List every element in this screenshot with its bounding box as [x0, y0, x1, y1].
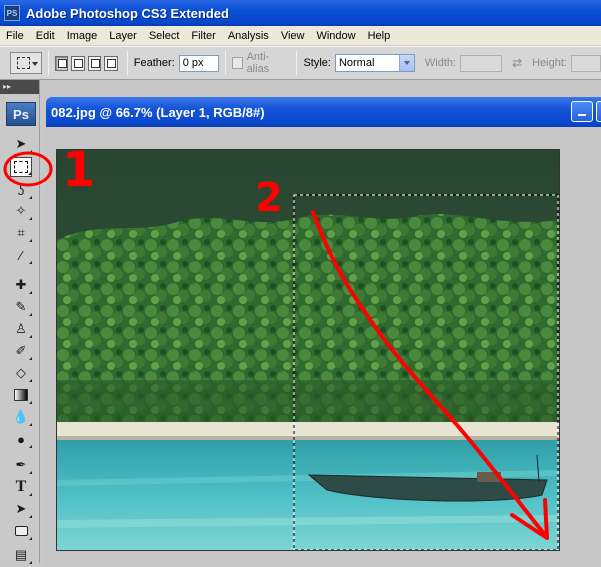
width-input[interactable]: [460, 54, 503, 72]
blur-tool[interactable]: 💧: [10, 407, 32, 427]
separator: [296, 51, 298, 75]
dodge-tool[interactable]: ●: [10, 429, 32, 449]
notes-tool[interactable]: ▤: [10, 545, 32, 565]
intersect-selection-button[interactable]: [104, 55, 118, 71]
brush-tool[interactable]: ✎: [10, 297, 32, 317]
crop-icon: ⌗: [17, 225, 25, 240]
width-label: Width:: [424, 57, 457, 69]
anti-alias-checkbox[interactable]: [231, 57, 243, 69]
options-bar: Feather: Anti-alias Style: Normal Width:…: [0, 46, 601, 80]
tool-preset-picker[interactable]: [10, 52, 42, 74]
dodge-icon: ●: [17, 431, 25, 447]
new-selection-button[interactable]: [54, 55, 69, 71]
minimize-button[interactable]: [571, 101, 593, 122]
clone-stamp-icon: ♙: [15, 321, 27, 336]
eyedropper-tool[interactable]: ⁄: [10, 245, 32, 265]
eraser-icon: ◇: [16, 365, 26, 380]
type-icon: T: [15, 478, 27, 495]
magic-wand-icon: ✧: [15, 203, 27, 218]
rectangle-shape-icon: [14, 526, 28, 536]
path-selection-icon: ➤: [15, 501, 27, 516]
separator: [224, 51, 226, 75]
menu-view[interactable]: View: [275, 30, 311, 42]
annotation-step-2: 2: [255, 175, 283, 221]
photoshop-logo[interactable]: Ps: [6, 102, 36, 126]
add-to-selection-button[interactable]: [71, 55, 85, 71]
chevron-down-icon: [398, 55, 414, 71]
height-input[interactable]: [570, 54, 601, 72]
menu-help[interactable]: Help: [362, 30, 397, 42]
crop-tool[interactable]: ⌗: [10, 223, 32, 243]
menu-file[interactable]: File: [0, 30, 30, 42]
app-title-bar: PS Adobe Photoshop CS3 Extended: [0, 0, 601, 26]
document-title-bar[interactable]: 082.jpg @ 66.7% (Layer 1, RGB/8#): [46, 97, 601, 127]
menu-image[interactable]: Image: [61, 30, 104, 42]
history-brush-icon: ✐: [15, 343, 27, 358]
photoshop-app-icon[interactable]: PS: [4, 5, 20, 21]
feather-label: Feather:: [133, 57, 175, 69]
feather-input[interactable]: [178, 54, 219, 72]
document-window: 082.jpg @ 66.7% (Layer 1, RGB/8#): [46, 97, 601, 567]
brush-icon: ✎: [15, 299, 27, 314]
separator: [47, 51, 49, 75]
pen-tool[interactable]: ✒: [10, 455, 32, 475]
rectangular-marquee-icon: [17, 57, 30, 69]
height-label: Height:: [532, 57, 567, 69]
menu-bar: File Edit Image Layer Select Filter Anal…: [0, 26, 601, 46]
clone-stamp-tool[interactable]: ♙: [10, 319, 32, 339]
eraser-tool[interactable]: ◇: [10, 363, 32, 383]
gradient-icon: [14, 389, 28, 401]
style-select-value: Normal: [338, 57, 375, 69]
menu-select[interactable]: Select: [143, 30, 186, 42]
separator: [126, 51, 128, 75]
pen-icon: ✒: [15, 457, 27, 472]
history-brush-tool[interactable]: ✐: [10, 341, 32, 361]
menu-window[interactable]: Window: [310, 30, 361, 42]
annotation-circle: [3, 151, 53, 187]
healing-brush-icon: ✚: [15, 277, 27, 292]
notes-icon: ▤: [14, 547, 28, 562]
maximize-button[interactable]: [596, 101, 601, 122]
toolbox-header[interactable]: ▸▸: [0, 80, 39, 94]
document-canvas[interactable]: [56, 149, 560, 551]
path-selection-tool[interactable]: ➤: [10, 499, 32, 519]
style-label: Style:: [303, 57, 331, 69]
rectangle-shape-tool[interactable]: [10, 521, 32, 541]
menu-edit[interactable]: Edit: [30, 30, 61, 42]
menu-analysis[interactable]: Analysis: [222, 30, 275, 42]
annotation-step-1: 1: [62, 142, 96, 198]
gradient-tool[interactable]: [10, 385, 32, 405]
menu-filter[interactable]: Filter: [185, 30, 221, 42]
blur-icon: 💧: [12, 409, 30, 424]
app-title: Adobe Photoshop CS3 Extended: [26, 5, 229, 21]
anti-alias-label: Anti-alias: [246, 51, 270, 75]
eyedropper-icon: ⁄: [19, 247, 23, 263]
style-select[interactable]: Normal: [334, 54, 415, 72]
menu-layer[interactable]: Layer: [103, 30, 143, 42]
subtract-from-selection-button[interactable]: [87, 55, 102, 71]
photo-beach-boat: [57, 150, 559, 550]
magic-wand-tool[interactable]: ✧: [10, 201, 32, 221]
document-title: 082.jpg @ 66.7% (Layer 1, RGB/8#): [51, 104, 265, 120]
type-tool[interactable]: T: [10, 477, 32, 497]
healing-brush-tool[interactable]: ✚: [10, 275, 32, 295]
swap-dimensions-icon[interactable]: ⇄: [512, 56, 522, 70]
chevron-down-icon: [31, 62, 38, 66]
